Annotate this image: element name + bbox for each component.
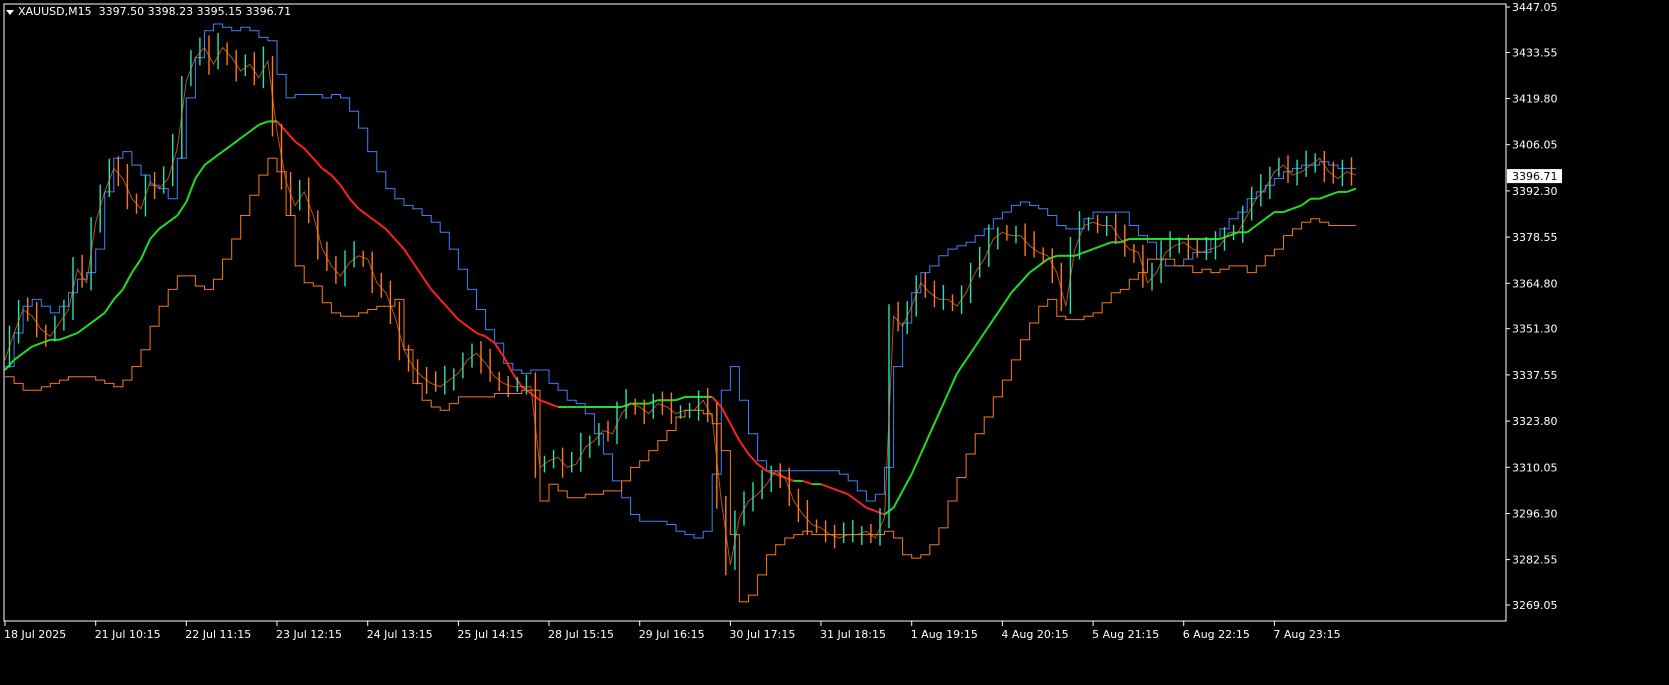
x-tick-label: 4 Aug 20:15 <box>1001 628 1068 641</box>
x-tick-label: 24 Jul 13:15 <box>367 628 433 641</box>
x-tick-label: 7 Aug 23:15 <box>1273 628 1340 641</box>
y-tick-label: 3392.30 <box>1512 185 1558 198</box>
x-tick-label: 1 Aug 19:15 <box>911 628 978 641</box>
y-tick-label: 3296.30 <box>1512 508 1558 521</box>
dropdown-triangle-icon[interactable] <box>6 9 14 15</box>
chart-background <box>0 0 1669 685</box>
x-tick-label: 22 Jul 11:15 <box>185 628 251 641</box>
current-price-tag: 3396.71 <box>1507 169 1562 184</box>
header-high: 3398.23 <box>147 5 194 18</box>
y-tick-label: 3310.05 <box>1512 461 1558 474</box>
x-tick-label: 31 Jul 18:15 <box>820 628 886 641</box>
y-tick-label: 3351.30 <box>1512 323 1558 336</box>
y-tick-label: 3447.05 <box>1512 1 1558 14</box>
y-tick-label: 3364.80 <box>1512 277 1558 290</box>
y-tick-label: 3419.80 <box>1512 93 1558 106</box>
x-tick-label: 25 Jul 14:15 <box>457 628 523 641</box>
x-tick-label: 18 Jul 2025 <box>4 628 66 641</box>
y-tick-label: 3378.55 <box>1512 231 1558 244</box>
header-open: 3397.50 <box>98 5 145 18</box>
x-tick-label: 23 Jul 12:15 <box>276 628 342 641</box>
x-tick-label: 29 Jul 16:15 <box>639 628 705 641</box>
y-tick-label: 3406.05 <box>1512 139 1558 152</box>
symbol-header: XAUUSD,M15 3397.50 3398.23 3395.15 3396.… <box>6 5 291 18</box>
header-low: 3395.15 <box>196 5 243 18</box>
price-chart[interactable]: 3447.05 3433.55 3419.80 3406.05 3392.30 3378.… <box>0 0 1669 685</box>
header-close: 3396.71 <box>245 5 292 18</box>
current-price-tag-text: 3396.71 <box>1512 170 1558 183</box>
y-tick-label: 3337.55 <box>1512 369 1558 382</box>
x-tick-label: 21 Jul 10:15 <box>95 628 161 641</box>
x-tick-label: 6 Aug 22:15 <box>1183 628 1250 641</box>
x-tick-label: 30 Jul 17:15 <box>729 628 795 641</box>
symbol-timeframe: XAUUSD,M15 <box>18 5 92 18</box>
y-tick-label: 3323.80 <box>1512 415 1558 428</box>
y-tick-label: 3433.55 <box>1512 46 1558 59</box>
x-tick-label: 28 Jul 15:15 <box>548 628 614 641</box>
y-tick-label: 3282.55 <box>1512 554 1558 567</box>
x-tick-label: 5 Aug 21:15 <box>1092 628 1159 641</box>
y-tick-label: 3269.05 <box>1512 599 1558 612</box>
